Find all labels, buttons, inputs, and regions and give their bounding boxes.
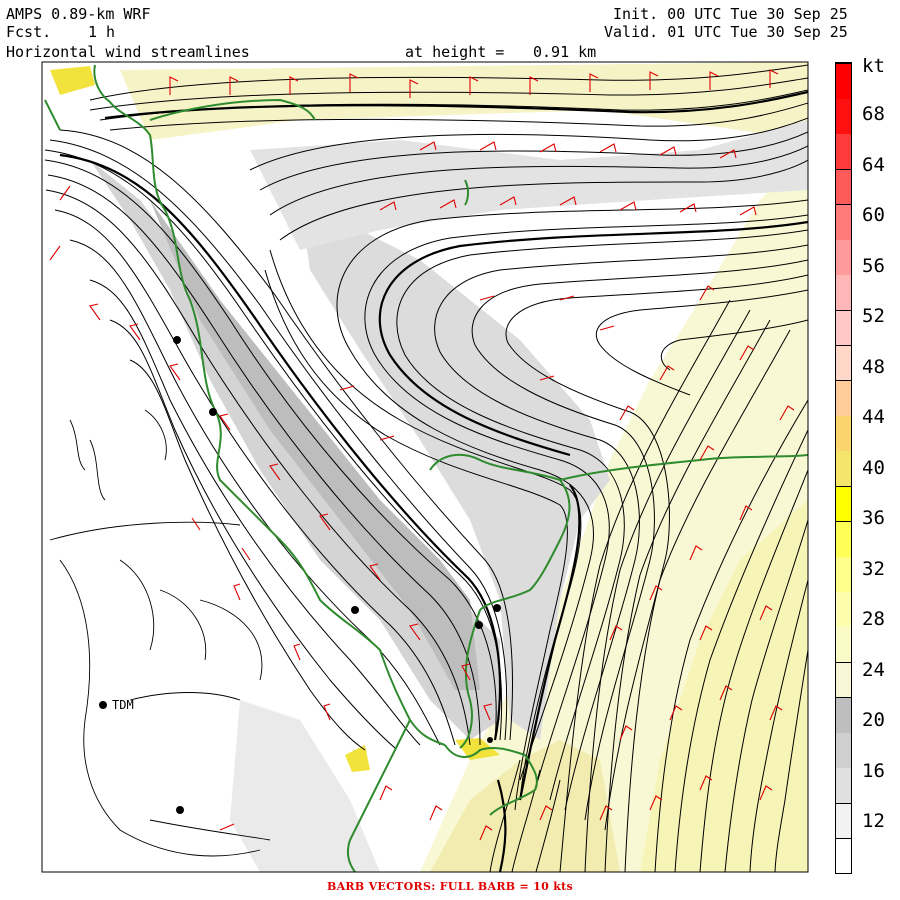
legend-tick-label: 40 — [862, 456, 885, 479]
legend-tick-label: 48 — [862, 355, 885, 378]
legend-swatch — [836, 732, 851, 768]
legend-swatch — [836, 485, 851, 522]
legend-tick-label: 28 — [862, 608, 885, 630]
legend-swatch — [836, 98, 851, 134]
station-tdm-dot — [99, 701, 107, 709]
barb-vector-footnote: BARB VECTORS: FULL BARB = 10 kts — [327, 880, 573, 893]
legend-tick-label: 16 — [862, 759, 885, 782]
legend-tick-label: 24 — [862, 658, 885, 681]
legend-swatch — [836, 556, 851, 592]
legend-swatch — [836, 767, 851, 804]
legend-swatch — [836, 450, 851, 487]
legend-swatch — [836, 274, 851, 310]
legend-swatch — [836, 133, 851, 170]
legend-swatch — [836, 661, 851, 698]
legend-swatch — [836, 696, 851, 733]
legend-unit: kt — [862, 55, 885, 77]
legend-swatch — [836, 802, 851, 839]
legend-tick-label: 36 — [862, 507, 885, 529]
legend-tick-label: 56 — [862, 254, 885, 277]
legend-tick-label: 68 — [862, 103, 885, 125]
legend-swatch — [836, 203, 851, 240]
legend-swatch — [836, 415, 851, 451]
legend-swatch — [836, 168, 851, 205]
legend-tick-label: 44 — [862, 406, 885, 428]
legend-swatch — [836, 344, 851, 381]
station-label-tdm: TDM — [112, 698, 134, 712]
windspeed-color-legend — [835, 62, 852, 874]
legend-swatch — [836, 63, 851, 99]
legend-swatch — [836, 239, 851, 275]
legend-swatch — [836, 837, 851, 874]
legend-tick-label: 52 — [862, 305, 885, 327]
legend-swatch — [836, 309, 851, 346]
legend-tick-label: 64 — [862, 153, 885, 176]
legend-swatch — [836, 520, 851, 557]
legend-swatch — [836, 379, 851, 416]
legend-swatch — [836, 626, 851, 663]
wind-streamline-map — [41, 61, 809, 873]
legend-tick-label: 12 — [862, 810, 885, 832]
legend-tick-label: 20 — [862, 709, 885, 731]
legend-tick-label: 60 — [862, 204, 885, 226]
legend-swatch — [836, 591, 851, 627]
legend-tick-label: 32 — [862, 557, 885, 580]
